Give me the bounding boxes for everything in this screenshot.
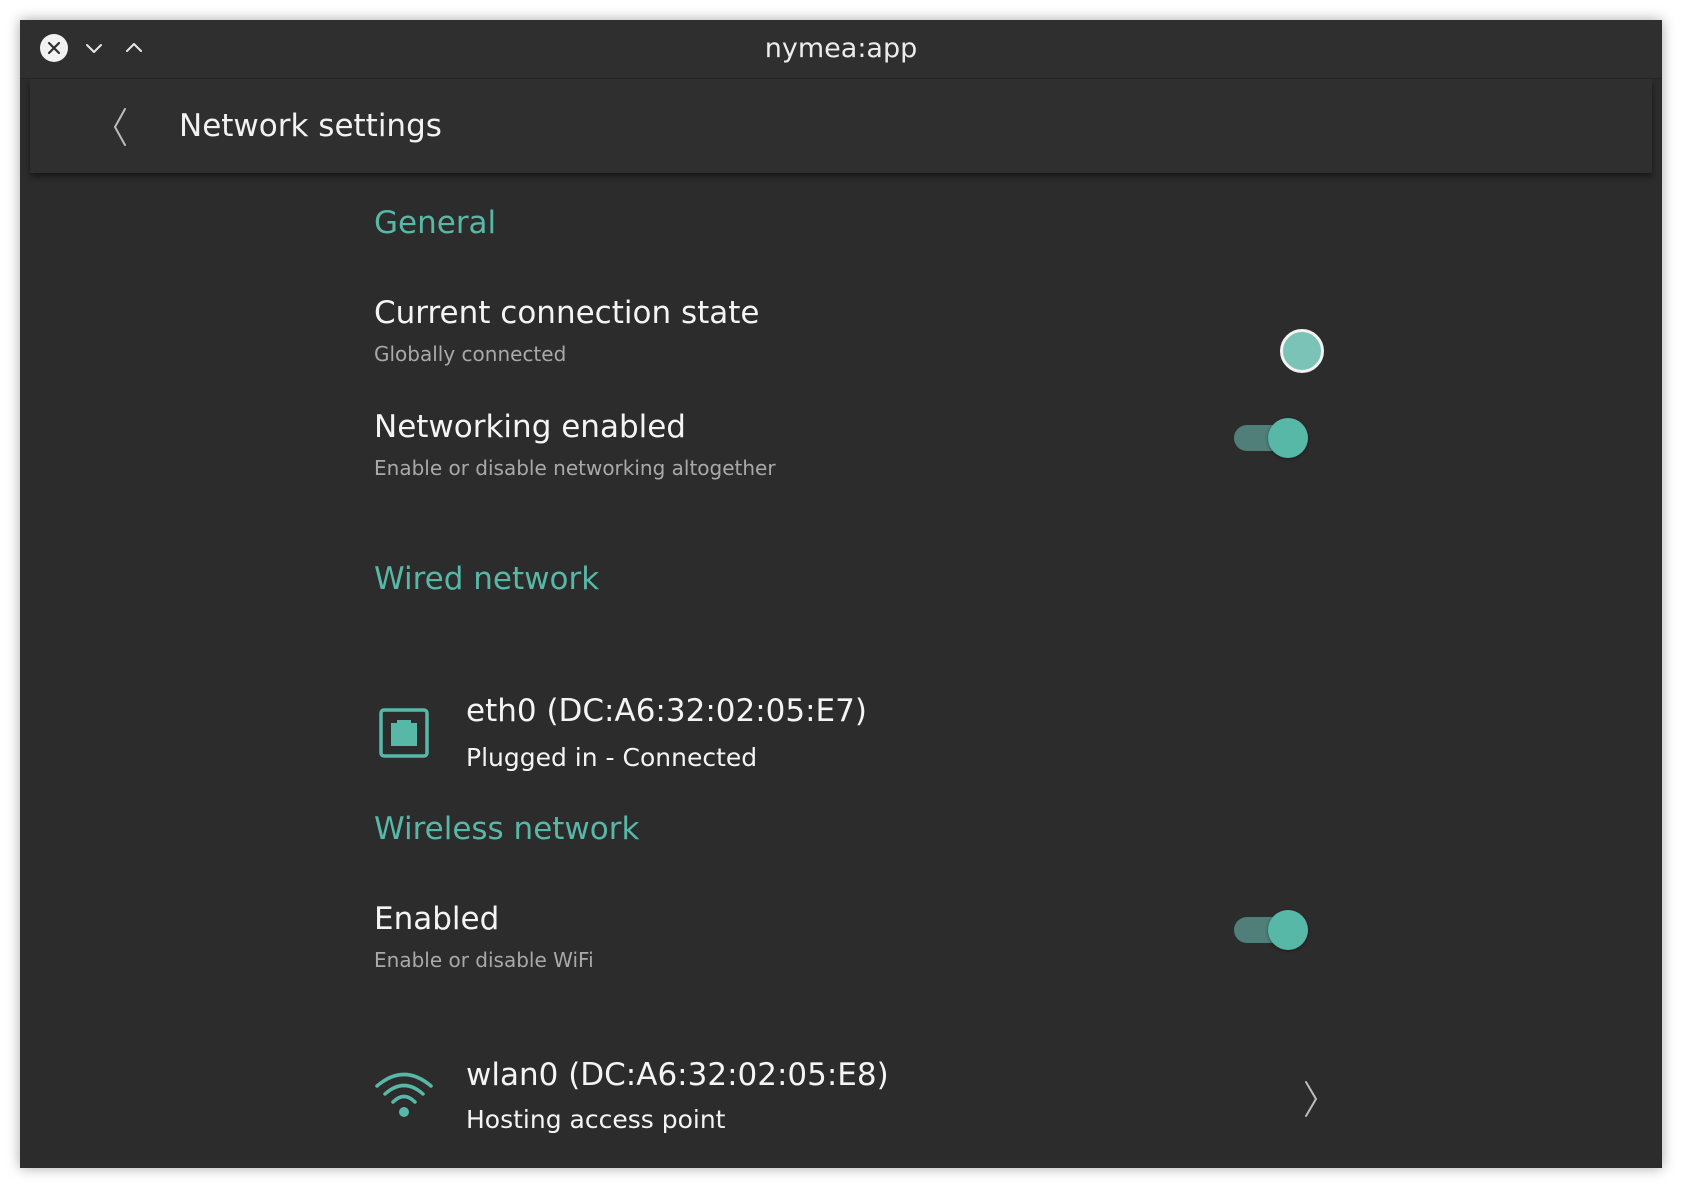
window-title: nymea:app — [764, 33, 918, 64]
section-title-wired: Wired network — [374, 561, 600, 597]
minimize-window-button[interactable] — [80, 34, 108, 62]
chevron-down-icon — [86, 44, 102, 53]
chevron-up-icon — [126, 43, 142, 52]
toggle-knob — [1268, 418, 1308, 458]
networking-enabled-title: Networking enabled — [374, 409, 686, 445]
wireless-device-name: wlan0 (DC:A6:32:02:05:E8) — [466, 1057, 889, 1093]
ethernet-port-icon — [378, 707, 430, 759]
wired-device-status: Plugged in - Connected — [466, 743, 758, 772]
wifi-icon — [374, 1069, 434, 1121]
wifi-enabled-subtitle: Enable or disable WiFi — [374, 948, 594, 972]
networking-enabled-subtitle: Enable or disable networking altogether — [374, 456, 776, 480]
chevron-right-icon[interactable] — [1300, 1079, 1324, 1119]
connection-state-subtitle: Globally connected — [374, 342, 567, 366]
wireless-device-status: Hosting access point — [466, 1105, 726, 1134]
chevron-left-icon — [114, 108, 126, 146]
toggle-knob — [1268, 910, 1308, 950]
window-titlebar: nymea:app — [20, 20, 1662, 79]
page-header: Network settings — [30, 79, 1652, 173]
networking-enabled-toggle[interactable] — [1232, 416, 1312, 460]
connection-state-indicator — [1280, 329, 1324, 373]
section-title-wireless: Wireless network — [374, 811, 640, 847]
back-button[interactable] — [100, 105, 140, 149]
page-title: Network settings — [179, 108, 442, 144]
wifi-enabled-title: Enabled — [374, 901, 500, 937]
close-window-button[interactable] — [40, 34, 68, 62]
wifi-enabled-toggle[interactable] — [1232, 908, 1312, 952]
maximize-window-button[interactable] — [120, 34, 148, 62]
wired-device-name: eth0 (DC:A6:32:02:05:E7) — [466, 693, 867, 729]
connection-state-title: Current connection state — [374, 295, 760, 331]
close-icon — [41, 35, 67, 61]
app-window: nymea:app Network settings General Curre… — [20, 20, 1662, 1168]
section-title-general: General — [374, 205, 497, 241]
